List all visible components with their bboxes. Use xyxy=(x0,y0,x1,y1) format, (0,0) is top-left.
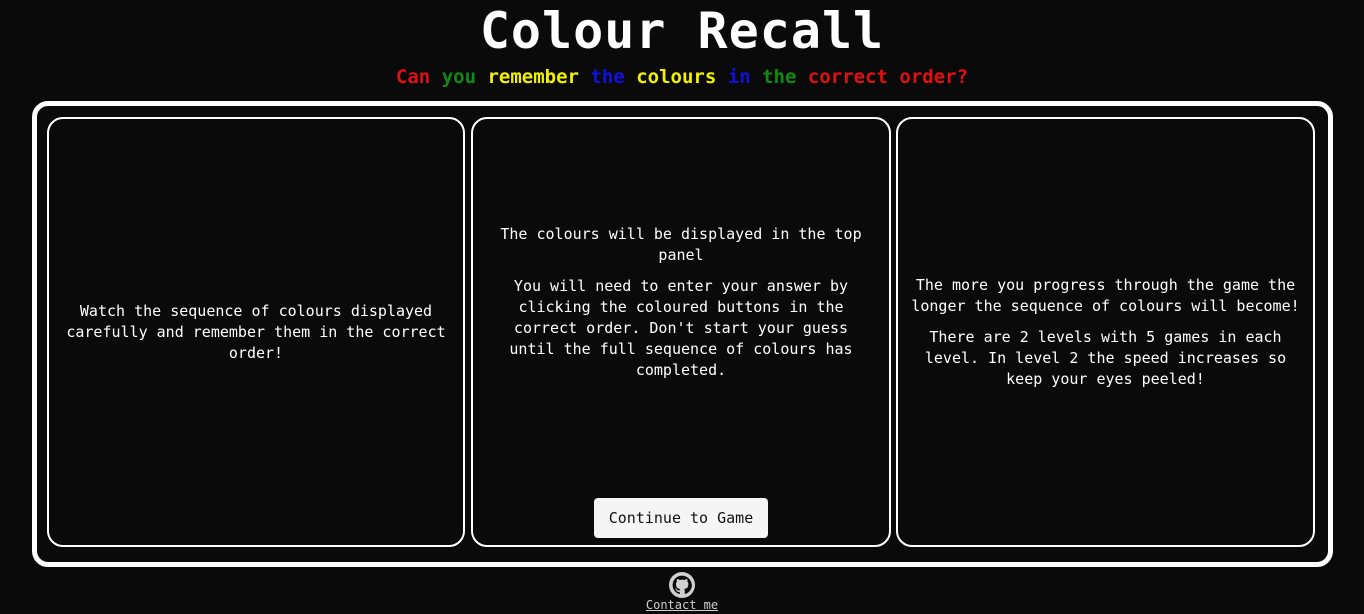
instructions-board: Watch the sequence of colours displayed … xyxy=(32,101,1333,567)
panel-text: The more you progress through the game t… xyxy=(904,275,1307,390)
subtitle-word: the xyxy=(590,66,625,88)
instruction-panel-2: The colours will be displayed in the top… xyxy=(471,117,891,547)
subtitle-word: colours xyxy=(636,66,717,88)
subtitle-word: Can xyxy=(395,66,431,88)
subtitle-word: you xyxy=(441,66,477,88)
instruction-panel-1: Watch the sequence of colours displayed … xyxy=(47,117,465,547)
subtitle-word: correct xyxy=(807,66,888,88)
panel-text: The colours will be displayed in the top… xyxy=(487,224,875,381)
page-subtitle: Can you remember the colours in the corr… xyxy=(0,64,1364,90)
panel-paragraph: You will need to enter your answer by cl… xyxy=(509,276,853,379)
page-title: Colour Recall xyxy=(479,2,885,60)
subtitle-word: remember xyxy=(487,66,579,88)
contact-me-link[interactable]: Contact me xyxy=(0,598,1364,612)
footer: Contact me xyxy=(0,572,1364,612)
subtitle-word: in xyxy=(727,66,751,88)
panel-paragraph: The colours will be displayed in the top… xyxy=(500,224,862,264)
continue-to-game-button[interactable]: Continue to Game xyxy=(594,498,768,538)
panel-paragraph: Watch the sequence of colours displayed … xyxy=(66,301,446,362)
panel-paragraph: The more you progress through the game t… xyxy=(911,275,1300,315)
panel-text: Watch the sequence of colours displayed … xyxy=(55,301,457,364)
panel-paragraph: There are 2 levels with 5 games in each … xyxy=(924,327,1287,388)
github-icon[interactable] xyxy=(669,572,695,598)
subtitle-word: the xyxy=(762,66,797,88)
subtitle-word: order? xyxy=(899,66,969,88)
instruction-panel-3: The more you progress through the game t… xyxy=(896,117,1315,547)
